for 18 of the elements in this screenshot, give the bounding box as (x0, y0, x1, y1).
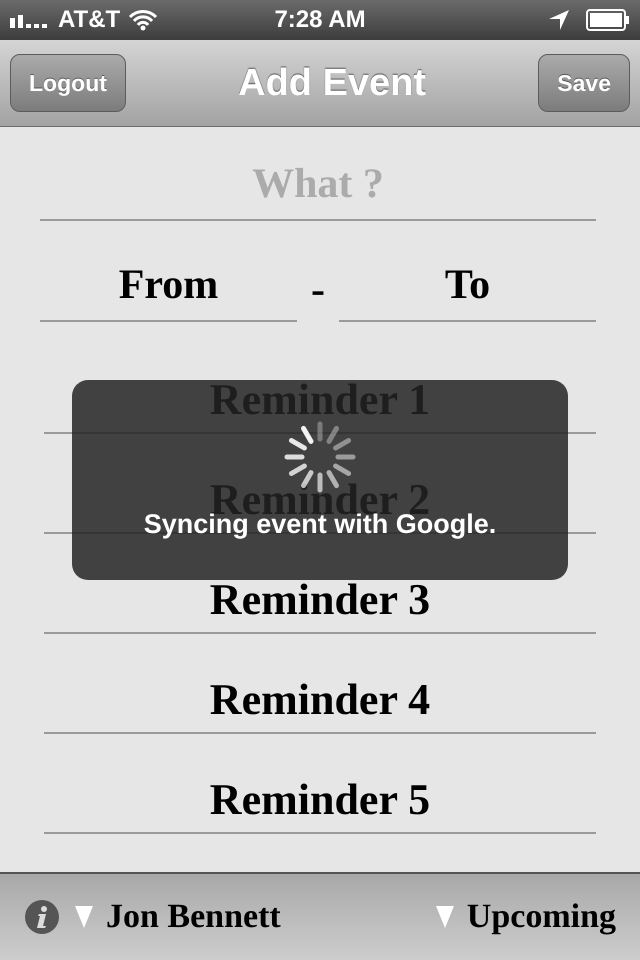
carrier-name: AT&T (58, 6, 120, 34)
triangle-icon (434, 905, 455, 929)
clock-time: 7:28 AM (274, 6, 366, 34)
signal-icon (10, 12, 50, 28)
location-arrow-icon (548, 9, 570, 31)
battery-icon (586, 9, 630, 31)
what-field[interactable]: What ? (40, 127, 596, 221)
from-field[interactable]: From (40, 221, 297, 322)
account-selector[interactable]: Jon Bennett (74, 898, 281, 936)
reminder-field[interactable]: Reminder 5 (44, 734, 596, 834)
view-selector[interactable]: Upcoming (434, 898, 616, 936)
triangle-icon (74, 905, 94, 929)
range-separator: - (311, 266, 325, 314)
wifi-icon (128, 9, 158, 31)
screen-title: Add Event (238, 62, 426, 104)
to-field[interactable]: To (339, 221, 596, 322)
info-icon[interactable] (24, 899, 60, 935)
reminder-field[interactable]: Reminder 4 (44, 634, 596, 734)
